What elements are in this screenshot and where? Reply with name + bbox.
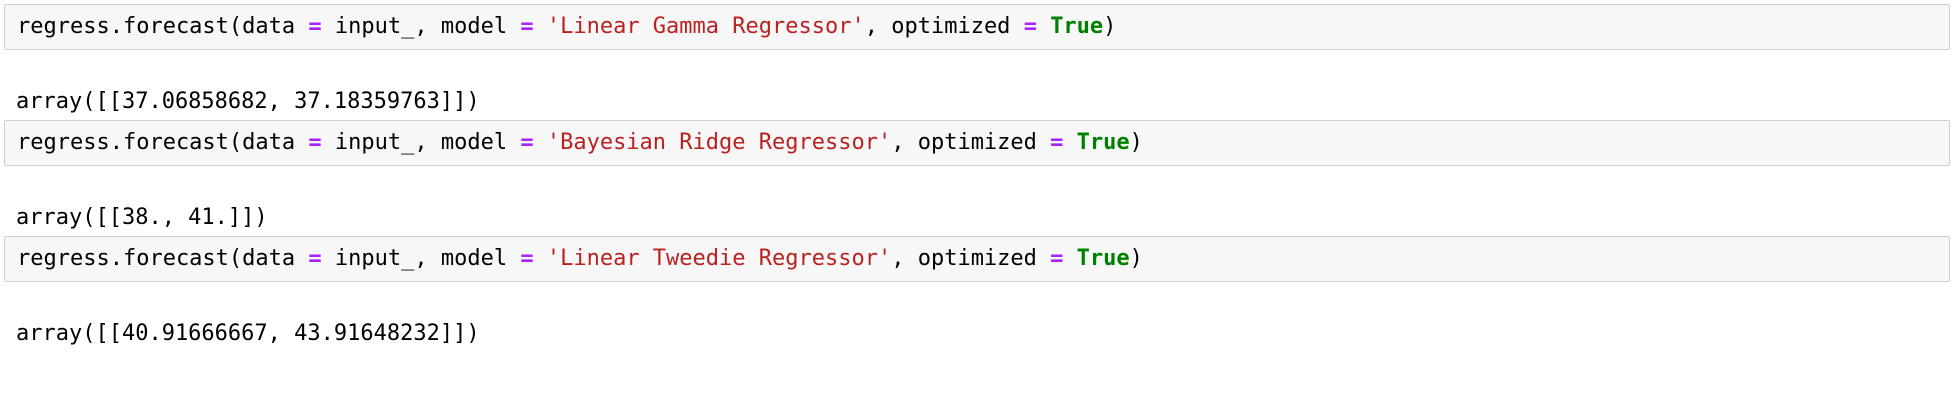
code-operator: = [520, 14, 534, 39]
code-operator: = [1050, 246, 1064, 271]
code-close-paren: ) [1129, 130, 1143, 155]
code-function-call: regress.forecast(data [17, 14, 309, 39]
code-operator: = [520, 130, 534, 155]
code-argument: input_, model [321, 246, 521, 271]
code-string-literal: 'Linear Tweedie Regressor' [546, 246, 892, 271]
code-input-cell-2[interactable]: regress.forecast(data = input_, model = … [4, 120, 1950, 166]
code-line: regress.forecast(data = input_, model = … [17, 237, 1143, 281]
code-string-literal: 'Linear Gamma Regressor' [546, 14, 865, 39]
code-close-paren: ) [1129, 246, 1143, 271]
code-argument: input_, model [321, 130, 521, 155]
cell-output-2: array([[38., 41.]]) [16, 205, 268, 230]
code-function-call: regress.forecast(data [17, 130, 309, 155]
code-keyword: True [1050, 14, 1104, 39]
cell-output-1: array([[37.06858682, 37.18359763]]) [16, 89, 480, 114]
code-function-call: regress.forecast(data [17, 246, 309, 271]
code-operator: = [308, 246, 322, 271]
code-line: regress.forecast(data = input_, model = … [17, 5, 1116, 49]
code-string-literal: 'Bayesian Ridge Regressor' [546, 130, 892, 155]
code-operator: = [520, 246, 534, 271]
code-argument: , optimized [891, 246, 1051, 271]
code-argument: input_, model [321, 14, 521, 39]
code-operator: = [1050, 130, 1064, 155]
code-close-paren: ) [1103, 14, 1117, 39]
code-input-cell-1[interactable]: regress.forecast(data = input_, model = … [4, 4, 1950, 50]
code-operator: = [1023, 14, 1037, 39]
code-keyword: True [1076, 246, 1130, 271]
code-operator: = [308, 130, 322, 155]
code-argument: , optimized [891, 130, 1051, 155]
cell-output-3: array([[40.91666667, 43.91648232]]) [16, 321, 480, 346]
code-keyword: True [1076, 130, 1130, 155]
code-argument: , optimized [864, 14, 1024, 39]
code-line: regress.forecast(data = input_, model = … [17, 121, 1143, 165]
code-input-cell-3[interactable]: regress.forecast(data = input_, model = … [4, 236, 1950, 282]
code-operator: = [308, 14, 322, 39]
